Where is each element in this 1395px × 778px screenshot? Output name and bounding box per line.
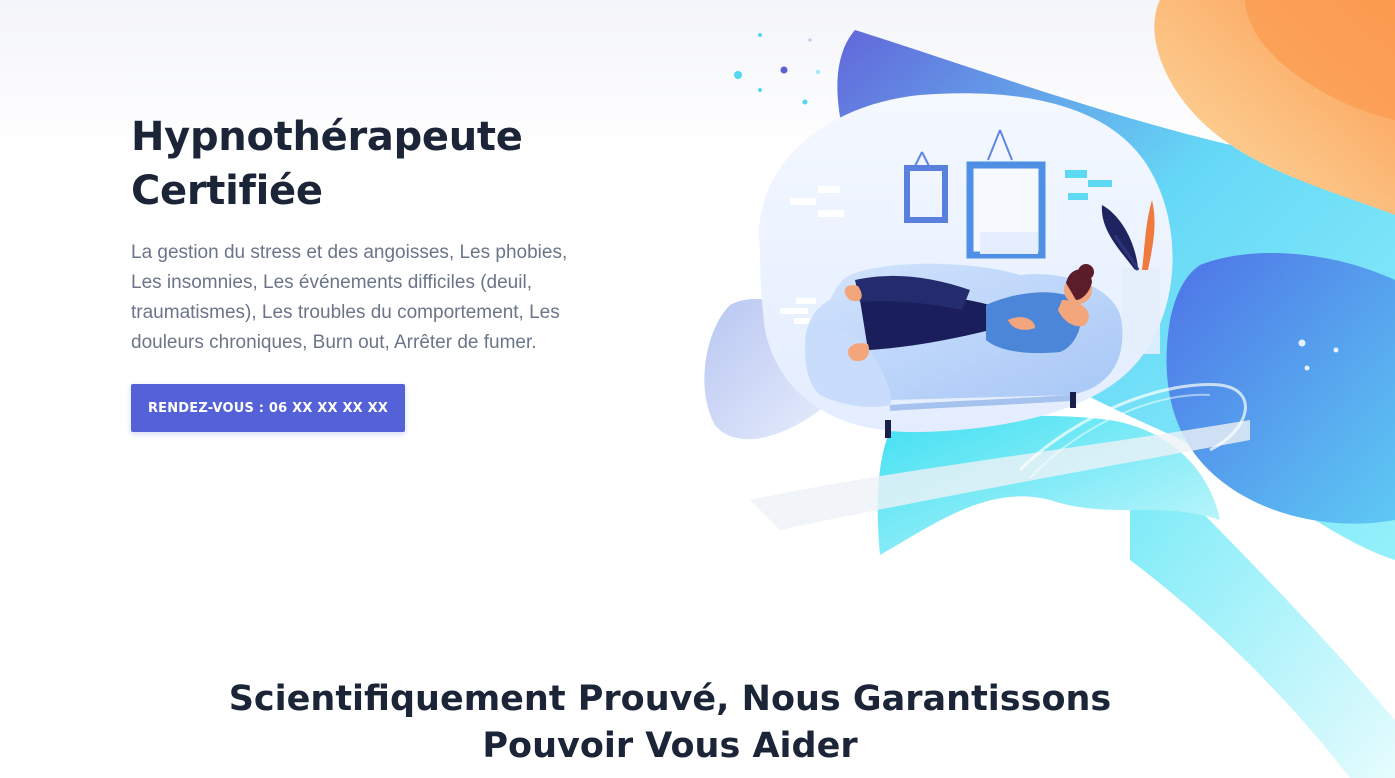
- hero-description: La gestion du stress et des angoisses, L…: [131, 242, 568, 353]
- hero-title: Hypnothérapeute Certifiée: [131, 110, 611, 218]
- section-heading: Scientifiquement Prouvé, Nous Garantisso…: [220, 676, 1120, 770]
- hero-content: Hypnothérapeute Certifiée La gestion du …: [131, 110, 611, 358]
- landing-page: Hypnothérapeute Certifiée La gestion du …: [0, 0, 1395, 778]
- section-heading-line-2: Pouvoir Vous Aider: [482, 726, 858, 766]
- hero-title-line-1: Hypnothérapeute: [131, 114, 523, 160]
- person-relaxing-on-sofa-illustration: [704, 0, 1395, 778]
- section-heading-line-1: Scientifiquement Prouvé, Nous Garantisso…: [228, 679, 1112, 719]
- appointment-button[interactable]: RENDEZ-VOUS : 06 XX XX XX XX: [131, 384, 405, 432]
- hero-title-line-2: Certifiée: [131, 168, 323, 214]
